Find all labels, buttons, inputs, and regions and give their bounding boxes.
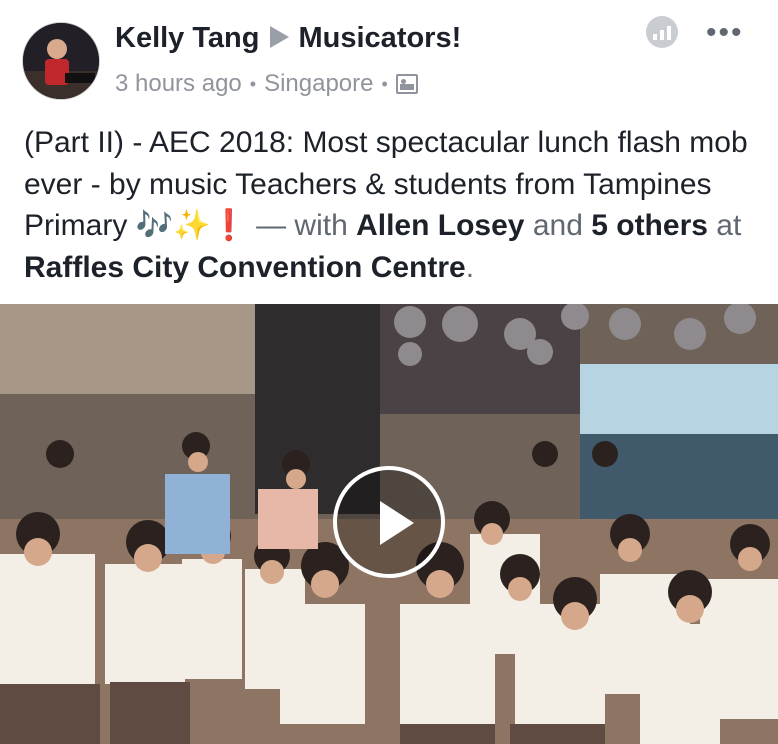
others-link[interactable]: 5 others: [591, 209, 708, 242]
photo-icon: [395, 74, 418, 94]
period: .: [465, 250, 475, 284]
tagged-person-link[interactable]: Allen Losey: [356, 209, 524, 242]
post-time[interactable]: 3 hours ago: [115, 70, 242, 98]
separator-dot: •: [249, 73, 257, 94]
venue-link[interactable]: Raffles City Convention Centre: [24, 251, 466, 284]
post-title: Kelly Tang Musicators!: [115, 22, 461, 55]
with-text: — with: [247, 209, 357, 242]
arrow-right-icon: [269, 26, 289, 48]
post-meta: 3 hours ago • Singapore •: [115, 70, 418, 98]
emoji: 🎶✨❗: [135, 209, 248, 242]
author-name[interactable]: Kelly Tang: [115, 22, 260, 54]
post-location[interactable]: Singapore: [264, 70, 373, 98]
separator-dot: •: [381, 73, 388, 94]
post-body: (Part II) - AEC 2018: Most spectacular l…: [24, 122, 764, 288]
at-text: at: [707, 209, 742, 242]
avatar[interactable]: [22, 22, 100, 100]
bar-chart-icon[interactable]: [646, 16, 678, 48]
group-name[interactable]: Musicators!: [299, 22, 462, 54]
more-dots-icon[interactable]: •••: [706, 16, 744, 50]
post-header: Kelly Tang Musicators! 3 hours ago • Sing…: [0, 0, 778, 112]
play-icon[interactable]: [333, 466, 445, 578]
and-text: and: [524, 209, 592, 242]
